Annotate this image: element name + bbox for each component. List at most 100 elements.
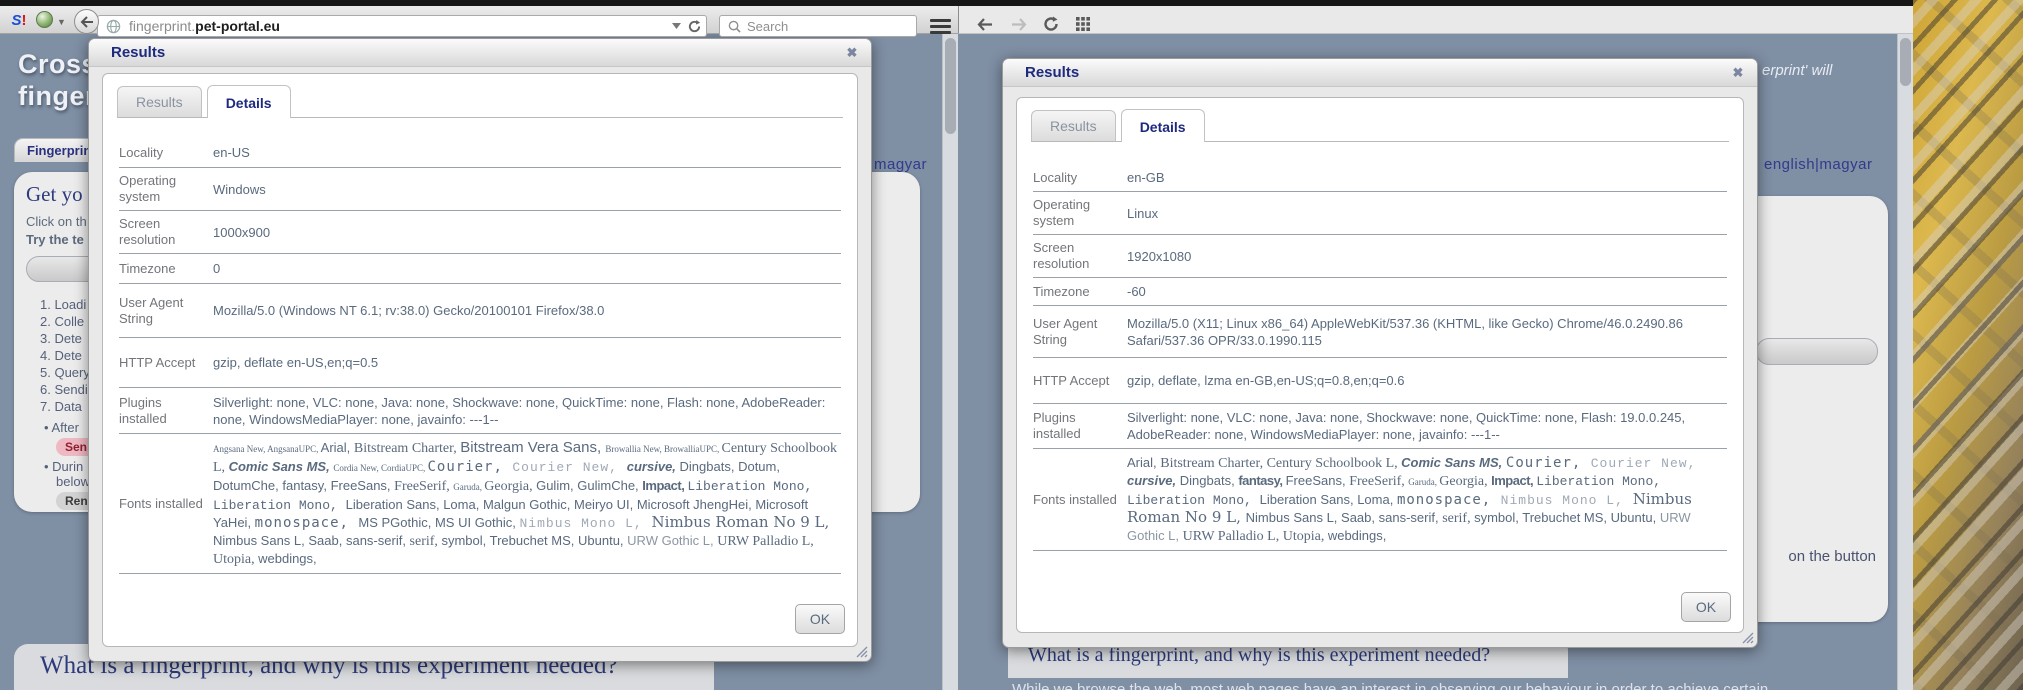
button-text-fragment: on the button [1788, 548, 1876, 565]
reload-button[interactable] [1039, 13, 1063, 35]
font-name: Utopia, [213, 552, 258, 567]
table-row: Operating systemWindows [119, 168, 841, 211]
font-name: Trebuchet MS, [490, 533, 578, 548]
table-row: Screen resolution1000x900 [119, 211, 841, 254]
table-row: Operating systemLinux [1033, 192, 1727, 235]
font-name: FreeSerif, [1349, 474, 1408, 489]
forward-button[interactable] [1007, 13, 1031, 35]
close-icon[interactable]: ✖ [843, 44, 861, 62]
panel-heading: Get yo [26, 182, 83, 207]
url-dropdown-icon[interactable] [672, 23, 681, 29]
app-logo-icon[interactable]: S! [8, 9, 30, 31]
dialog-titlebar[interactable]: Results ✖ [89, 39, 871, 67]
fonts-list: Arial, Bitstream Charter, Century School… [1121, 454, 1727, 545]
chevron-down-icon[interactable]: ▼ [57, 17, 66, 27]
test-button[interactable] [1756, 338, 1878, 365]
font-name: Garuda, [453, 482, 484, 492]
font-name: Nimbus Mono L, [1501, 493, 1633, 508]
font-name: Malgun Gothic, [483, 497, 574, 512]
url-text: fingerprint.pet-portal.eu [129, 18, 280, 34]
details-table: Localityen-GB Operating systemLinux Scre… [1033, 164, 1727, 551]
step-item: 2. Colle [40, 313, 90, 330]
table-row: Screen resolution1920x1080 [1033, 235, 1727, 278]
scrollbar-thumb[interactable] [1900, 38, 1911, 86]
font-name: Courier New, [1591, 456, 1697, 471]
back-button[interactable] [973, 13, 997, 35]
font-name: FreeSans, [1286, 473, 1350, 488]
left-browser-toolbar: S! ▼ fingerprint.pet-portal.eu Search [0, 6, 958, 34]
table-row: Localityen-US [119, 138, 841, 168]
table-row: Localityen-GB [1033, 164, 1727, 192]
table-row: Plugins installedSilverlight: none, VLC:… [119, 388, 841, 434]
font-name: AngsanaUPC, [267, 444, 321, 454]
font-name: Nimbus Sans L, [213, 533, 308, 548]
font-name: monospace, [255, 515, 359, 531]
ok-button[interactable]: OK [795, 604, 845, 634]
font-name: symbol, [441, 533, 489, 548]
close-icon[interactable]: ✖ [1729, 64, 1747, 82]
font-name: Bitstream Vera Sans, [460, 439, 605, 456]
font-name: Comic Sans MS, [1401, 455, 1506, 470]
results-dialog: Results ✖ Results Details Localityen-US … [88, 38, 872, 662]
font-name: Nimbus Roman No 9 L, [652, 513, 830, 531]
table-row: Plugins installedSilverlight: none, VLC:… [1033, 404, 1727, 449]
font-name: URW Palladio L, [717, 534, 814, 549]
font-name: MS UI Gothic, [435, 515, 520, 530]
desktop: S! ▼ fingerprint.pet-portal.eu Search [0, 0, 2023, 690]
table-row: HTTP Acceptgzip, deflate, lzma en-GB,en-… [1033, 358, 1727, 404]
font-name: MS PGothic, [358, 515, 435, 530]
font-name: Arial, [321, 440, 354, 455]
menu-button[interactable] [929, 17, 952, 35]
font-name: serif, [1442, 511, 1474, 526]
search-input[interactable]: Search [719, 15, 917, 37]
language-links[interactable]: english|magyar [1764, 156, 1872, 173]
step-item: 6. Sendi [40, 381, 90, 398]
font-name: BrowalliaUPC, [664, 444, 722, 454]
right-browser-toolbar [958, 6, 1913, 34]
ok-button[interactable]: OK [1681, 592, 1731, 622]
font-name: Saab, [308, 533, 346, 548]
font-name: DotumChe, [213, 478, 282, 493]
url-bar[interactable]: fingerprint.pet-portal.eu [97, 15, 707, 37]
back-button[interactable] [74, 9, 99, 34]
font-name: Courier, [427, 459, 512, 475]
font-name: Meiryo UI, [574, 497, 637, 512]
search-placeholder: Search [747, 19, 788, 34]
font-name: Saab, [1341, 510, 1379, 525]
left-page-scrollbar[interactable] [942, 34, 958, 690]
tab-details[interactable]: Details [207, 85, 291, 118]
font-name: Ubuntu, [1611, 510, 1660, 525]
table-row: Timezone-60 [1033, 278, 1727, 306]
right-page-scrollbar[interactable] [1897, 34, 1913, 690]
font-name: Liberation Mono, [1536, 474, 1661, 489]
font-name: sans-serif, [346, 533, 410, 548]
font-name: Dingbats, [1180, 473, 1239, 488]
reload-icon[interactable] [687, 19, 702, 34]
tab-results[interactable]: Results [1031, 110, 1116, 141]
scrollbar-thumb[interactable] [945, 38, 956, 134]
font-name: cursive, [1127, 473, 1180, 488]
resize-handle-icon[interactable] [852, 642, 868, 658]
globe-icon [106, 19, 121, 34]
onion-menu-icon[interactable] [36, 11, 53, 28]
dialog-body: Results Details Localityen-GB Operating … [1016, 97, 1744, 633]
resize-handle-icon[interactable] [1738, 628, 1754, 644]
font-name: URW Palladio L, [1183, 529, 1283, 544]
language-links[interactable]: magyar [874, 156, 927, 173]
dialog-title: Results [1025, 64, 1079, 81]
dialog-titlebar[interactable]: Results ✖ [1003, 59, 1757, 87]
font-name: Trebuchet MS, [1522, 510, 1610, 525]
font-name: Dingbats, [680, 459, 739, 474]
table-row: HTTP Acceptgzip, deflate en-US,en;q=0.5 [119, 338, 841, 388]
tab-results[interactable]: Results [117, 86, 202, 117]
results-dialog: Results ✖ Results Details Localityen-GB … [1002, 58, 1758, 648]
table-row: Timezone0 [119, 254, 841, 284]
font-name: CordiaUPC, [381, 463, 428, 473]
font-name: Utopia, [1283, 529, 1328, 544]
table-row: User Agent StringMozilla/5.0 (Windows NT… [119, 284, 841, 338]
fonts-list: Angsana New, AngsanaUPC, Arial, Bitstrea… [207, 439, 841, 568]
font-name: webdings, [1328, 528, 1387, 543]
tab-details[interactable]: Details [1121, 109, 1205, 142]
speed-dial-grid-icon[interactable] [1071, 13, 1095, 35]
font-name: sans-serif, [1379, 510, 1443, 525]
